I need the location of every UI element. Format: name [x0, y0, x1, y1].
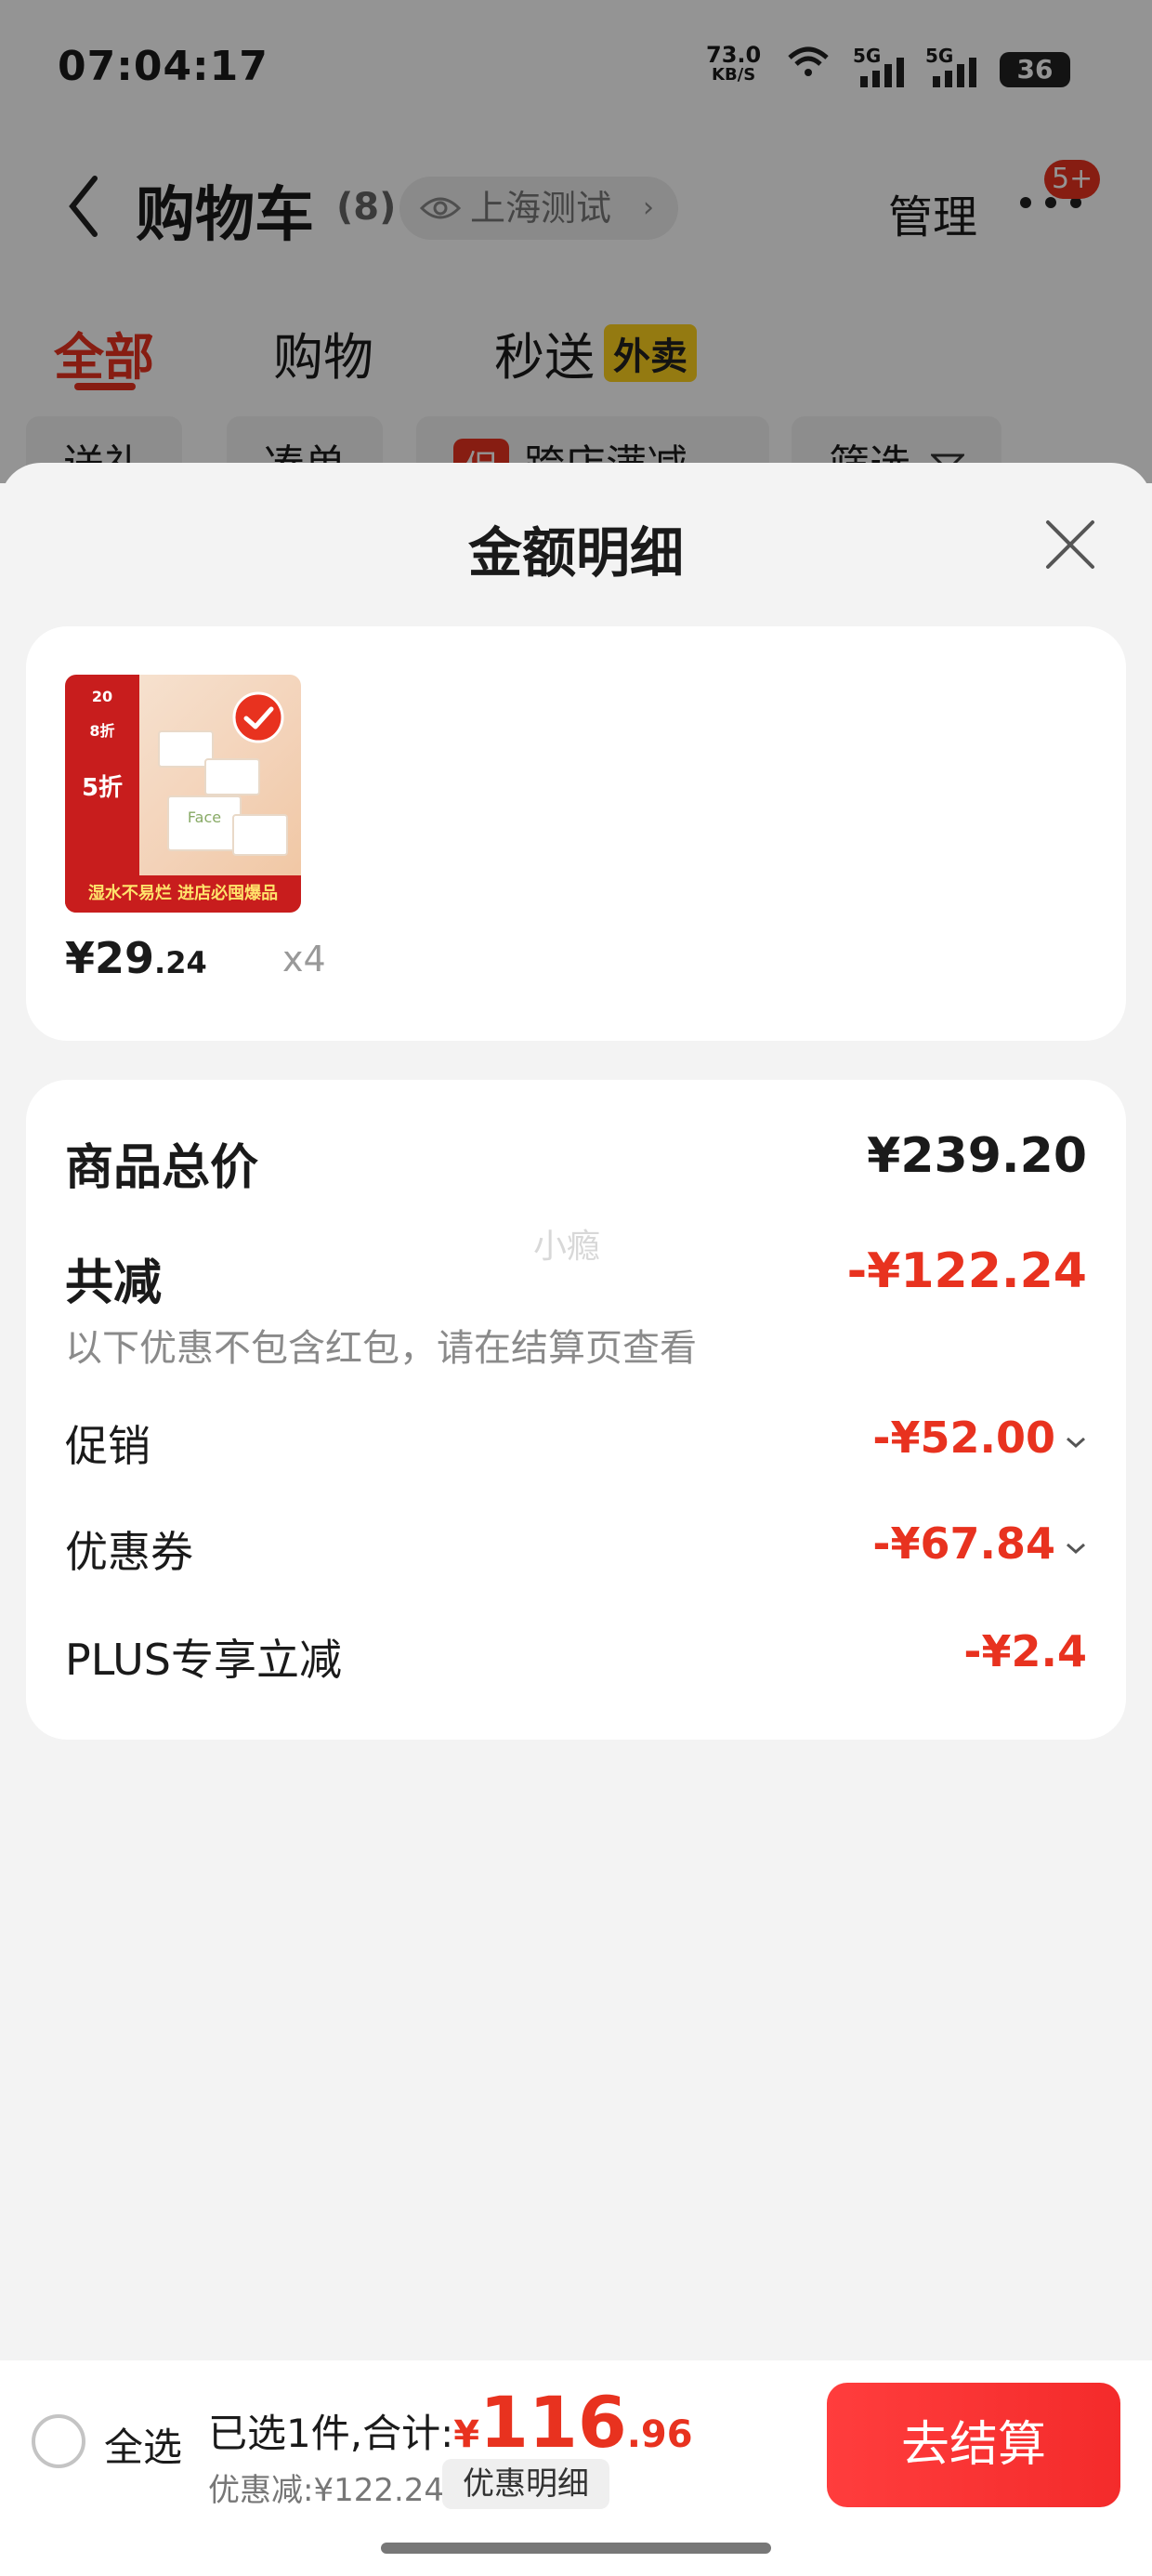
coupon-label: 优惠券 — [65, 1527, 193, 1577]
plus-discount-value: -¥2.4 — [963, 1626, 1087, 1676]
total-reduced-row: 共减 -¥122.24 — [65, 1243, 1087, 1311]
total-price-value: ¥239.20 — [867, 1128, 1087, 1184]
tissue-pack — [204, 758, 260, 795]
total-amount-decimal: .96 — [626, 2413, 693, 2456]
coupon-amount: -¥67.84 — [872, 1518, 1055, 1569]
chevron-down-icon — [1067, 1543, 1085, 1555]
close-icon[interactable] — [1042, 517, 1098, 572]
promotion-row[interactable]: 促销 -¥52.00 — [65, 1413, 1087, 1472]
coupon-row[interactable]: 优惠券 -¥67.84 — [65, 1518, 1087, 1578]
modal-backdrop[interactable] — [0, 0, 1152, 483]
sheet-title: 金额明细 — [467, 521, 684, 585]
total-line: 已选1件,合计:¥116.96 — [208, 2381, 693, 2464]
summary-card: 商品总价 ¥239.20 小瘾 共减 -¥122.24 以下优惠不包含红包，请在… — [26, 1080, 1126, 1740]
home-indicator[interactable] — [381, 2543, 771, 2554]
tissue-pack — [232, 814, 288, 856]
total-price-label: 商品总价 — [65, 1140, 259, 1196]
discount-summary: 优惠减:¥122.24 — [208, 2472, 445, 2509]
promotion-value: -¥52.00 — [872, 1413, 1087, 1463]
total-reduced-label: 共减 — [65, 1255, 163, 1311]
product-card: 20 8折 5折 Face 湿水不易烂 进店必囤爆品 ¥29.24 x4 — [26, 626, 1126, 1041]
tissue-pack-brand: Face — [167, 795, 242, 851]
chevron-down-icon — [1067, 1437, 1085, 1449]
select-all-checkbox[interactable] — [32, 2414, 85, 2468]
product-quantity: x4 — [282, 939, 326, 979]
total-amount-integer: 116 — [479, 2381, 627, 2464]
plus-discount-label: PLUS专享立减 — [65, 1635, 342, 1685]
promotion-label: 促销 — [65, 1421, 151, 1471]
price-integer: ¥29 — [65, 933, 155, 983]
thumbnail-banner: 湿水不易烂 进店必囤爆品 — [65, 875, 301, 913]
total-reduced-value: -¥122.24 — [846, 1243, 1087, 1299]
price-decimal: .24 — [154, 945, 207, 980]
product-price: ¥29.24 — [65, 933, 207, 983]
discount-note: 以下优惠不包含红包，请在结算页查看 — [65, 1327, 697, 1370]
thumb-tag-3: 5折 — [81, 774, 124, 802]
plus-discount-row: PLUS专享立减 -¥2.4 — [65, 1626, 1087, 1686]
checked-icon — [232, 691, 284, 743]
thumb-tag-1: 20 — [91, 688, 113, 705]
promotion-amount: -¥52.00 — [872, 1413, 1055, 1463]
select-all-label[interactable]: 全选 — [104, 2416, 182, 2473]
checkout-bar: 全选 已选1件,合计:¥116.96 优惠减:¥122.24 优惠明细 去结算 — [0, 2360, 1152, 2576]
thumb-tag-2: 8折 — [89, 722, 115, 740]
checkout-button[interactable]: 去结算 — [827, 2383, 1120, 2507]
selected-text: 已选1件,合计: — [208, 2411, 454, 2456]
coupon-value: -¥67.84 — [872, 1518, 1087, 1569]
product-thumbnail[interactable]: 20 8折 5折 Face 湿水不易烂 进店必囤爆品 — [65, 675, 301, 913]
discount-detail-button[interactable]: 优惠明细 — [442, 2459, 609, 2509]
total-price-row: 商品总价 ¥239.20 — [65, 1128, 1087, 1196]
amount-detail-sheet: 金额明细 20 8折 5折 Face 湿水不易烂 进店必囤爆品 ¥29.24 x… — [0, 463, 1152, 2576]
yen-symbol: ¥ — [453, 2413, 480, 2456]
